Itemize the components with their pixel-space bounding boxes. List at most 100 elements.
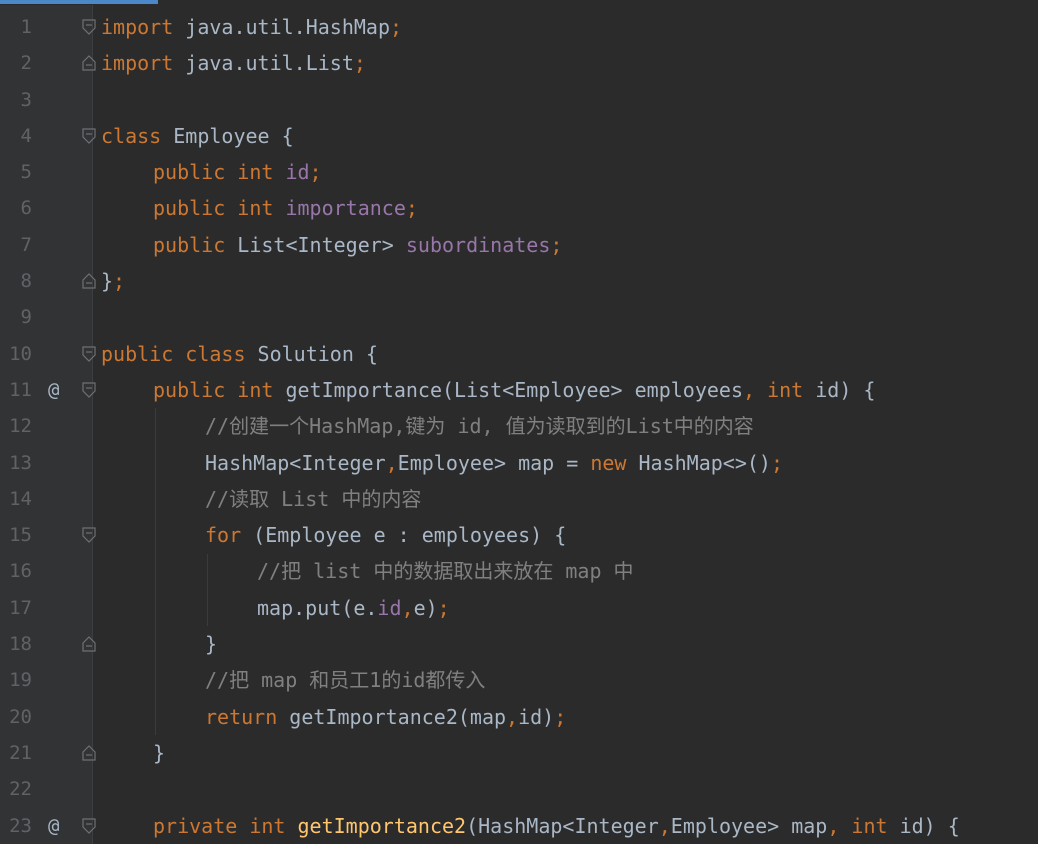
line-number[interactable]: 9 — [0, 299, 32, 335]
fold-close-icon[interactable] — [82, 745, 96, 761]
active-tab-indicator[interactable] — [0, 0, 158, 4]
code-token: e) — [413, 595, 438, 620]
indent-guide — [155, 408, 156, 735]
code-line[interactable]: 4 class Employee { — [0, 118, 1038, 154]
line-number[interactable]: 16 — [0, 553, 32, 589]
fold-open-icon[interactable] — [82, 19, 96, 35]
code-text[interactable]: //创建一个HashMap,键为 id, 值为读取到的List中的内容 — [205, 408, 754, 444]
code-text[interactable]: for (Employee e : employees) { — [205, 517, 566, 553]
line-number[interactable]: 11 — [0, 372, 32, 408]
code-text[interactable]: import java.util.List; — [101, 45, 366, 81]
code-text[interactable]: public List<Integer> subordinates; — [153, 227, 562, 263]
line-number[interactable]: 7 — [0, 227, 32, 263]
code-text[interactable]: public int importance; — [153, 190, 418, 226]
keyword-token: import — [101, 51, 174, 76]
code-line[interactable]: 7 public List<Integer> subordinates; — [0, 227, 1038, 263]
fold-close-icon[interactable] — [82, 636, 96, 652]
code-token: getImportance(List<Employee> employees — [285, 377, 744, 402]
line-number[interactable]: 10 — [0, 336, 32, 372]
line-number[interactable]: 18 — [0, 626, 32, 662]
keyword-token: ; — [113, 269, 126, 294]
line-number[interactable]: 13 — [0, 445, 32, 481]
keyword-token: private int — [153, 813, 298, 838]
code-line[interactable]: 6 public int importance; — [0, 190, 1038, 226]
keyword-token: , — [506, 704, 519, 729]
code-token: HashMap<>() — [638, 450, 771, 475]
line-number[interactable]: 3 — [0, 82, 32, 118]
implements-marker-icon[interactable]: @ — [48, 808, 59, 844]
fold-open-icon[interactable] — [82, 527, 96, 544]
code-line[interactable]: 23 @ private int getImportance2(HashMap<In… — [0, 808, 1038, 844]
code-line[interactable]: 21} — [0, 735, 1038, 771]
code-text[interactable]: return getImportance2(map,id); — [205, 699, 566, 735]
code-text[interactable]: private int getImportance2(HashMap<Integ… — [153, 808, 960, 844]
code-text[interactable]: } — [205, 626, 217, 662]
code-text[interactable]: }; — [101, 263, 125, 299]
line-number[interactable]: 8 — [0, 263, 32, 299]
line-number[interactable]: 17 — [0, 590, 32, 626]
code-text[interactable]: //读取 List 中的内容 — [205, 481, 421, 517]
line-number[interactable]: 15 — [0, 517, 32, 553]
code-text[interactable]: } — [153, 735, 165, 771]
line-number[interactable]: 20 — [0, 699, 32, 735]
code-token: List<Integer> — [237, 232, 406, 257]
code-text[interactable]: //把 list 中的数据取出来放在 map 中 — [257, 553, 634, 589]
field-token: id — [377, 595, 402, 620]
comment-token: //把 list 中的数据取出来放在 map 中 — [257, 559, 634, 584]
code-token: id) { — [815, 377, 876, 402]
keyword-token: , — [385, 450, 398, 475]
code-text[interactable]: class Employee { — [101, 118, 294, 154]
keyword-token: ; — [550, 232, 563, 257]
keyword-token: , — [401, 595, 414, 620]
fold-open-icon[interactable] — [82, 817, 96, 834]
line-number[interactable]: 6 — [0, 190, 32, 226]
code-token: Employee> map = — [397, 450, 591, 475]
line-number[interactable]: 1 — [0, 9, 32, 45]
code-text[interactable]: import java.util.HashMap; — [101, 9, 402, 45]
fold-open-icon[interactable] — [82, 346, 96, 362]
line-number[interactable]: 5 — [0, 154, 32, 190]
code-text[interactable]: public int id; — [153, 154, 322, 190]
line-number[interactable]: 21 — [0, 735, 32, 771]
code-token: Employee { — [161, 123, 294, 148]
line-number[interactable]: 4 — [0, 118, 32, 154]
code-line[interactable]: 11 @ public int getImportance(List<Employe… — [0, 372, 1038, 408]
field-token: subordinates — [405, 232, 551, 257]
keyword-token: public class — [101, 341, 258, 366]
fold-close-icon[interactable] — [82, 273, 96, 289]
keyword-token: ; — [309, 160, 322, 185]
code-line[interactable]: 5 public int id; — [0, 154, 1038, 190]
code-line[interactable]: 3 — [0, 82, 1038, 118]
keyword-token: new — [590, 450, 639, 475]
keyword-token: , — [658, 813, 671, 838]
code-token: Solution { — [257, 341, 378, 366]
code-token: id) — [518, 704, 555, 729]
fold-close-icon[interactable] — [82, 55, 96, 71]
code-line[interactable]: 2 import java.util.List; — [0, 45, 1038, 81]
code-line[interactable]: 22 — [0, 771, 1038, 807]
code-text[interactable]: //把 map 和员工1的id都传入 — [205, 662, 485, 698]
code-text[interactable]: public class Solution { — [101, 336, 378, 372]
code-text[interactable]: public int getImportance(List<Employee> … — [153, 372, 875, 408]
code-line[interactable]: 1 import java.util.HashMap; — [0, 9, 1038, 45]
code-text[interactable]: map.put(e.id,e); — [257, 590, 450, 626]
keyword-token: , int — [827, 813, 900, 838]
field-token: importance — [285, 196, 406, 221]
fold-open-icon[interactable] — [82, 382, 96, 398]
code-text[interactable]: HashMap<Integer,Employee> map = new Hash… — [205, 445, 783, 481]
line-number[interactable]: 12 — [0, 408, 32, 444]
keyword-token: import — [101, 15, 174, 39]
line-number[interactable]: 23 — [0, 808, 32, 844]
comment-token: //读取 List 中的内容 — [205, 486, 422, 511]
implements-marker-icon[interactable]: @ — [48, 372, 59, 408]
line-number[interactable]: 14 — [0, 481, 32, 517]
code-line[interactable]: 8}; — [0, 263, 1038, 299]
line-number[interactable]: 19 — [0, 662, 32, 698]
fold-open-icon[interactable] — [82, 128, 96, 144]
code-line[interactable]: 9 — [0, 299, 1038, 335]
line-number[interactable]: 22 — [0, 771, 32, 807]
line-number[interactable]: 2 — [0, 45, 32, 81]
comment-token: //把 map 和员工1的id都传入 — [205, 668, 486, 693]
indent-guide — [207, 553, 208, 627]
code-line[interactable]: 10 public class Solution { — [0, 336, 1038, 372]
